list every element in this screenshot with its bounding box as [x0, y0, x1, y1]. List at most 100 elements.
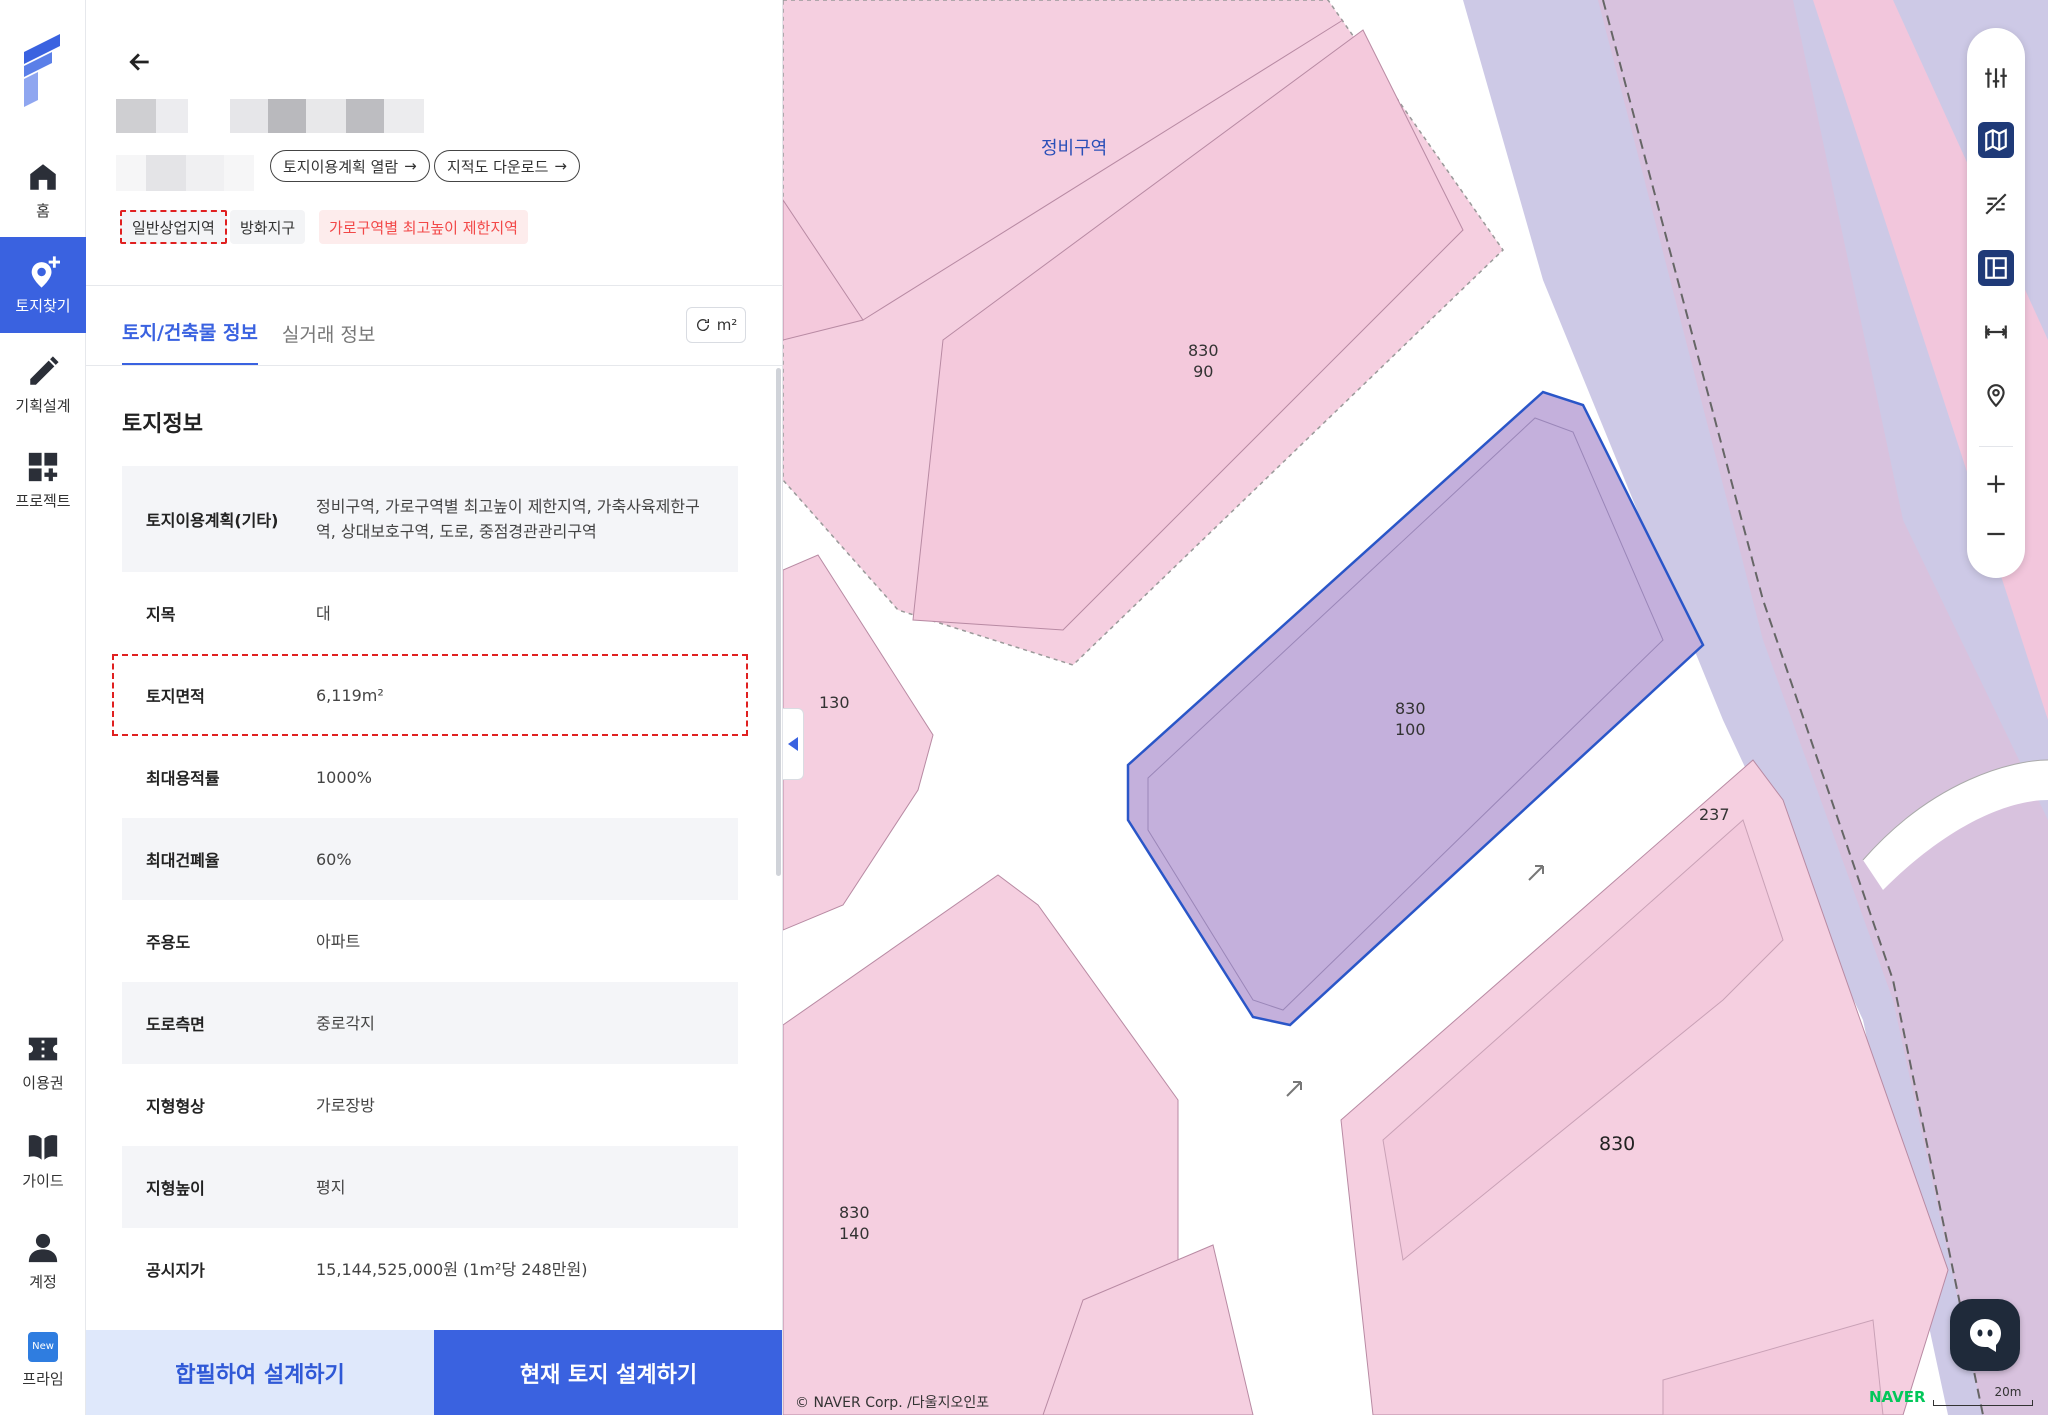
land-plan-link-label: 토지이용계획 열람 — [283, 157, 399, 176]
row-value: 정비구역, 가로구역별 최고높이 제한지역, 가축사육제한구역, 상대보호구역,… — [316, 497, 700, 541]
row-value: 15,144,525,000원 (1m²당 248만원) — [316, 1259, 588, 1279]
nav-item-planning[interactable]: 기획설계 — [0, 337, 86, 433]
table-row: 지목 대 — [122, 572, 738, 654]
map-toolbar — [1967, 28, 2025, 578]
cadastral-download-label: 지적도 다운로드 — [447, 157, 549, 176]
cadastral-download-link[interactable]: 지적도 다운로드 → — [434, 150, 580, 182]
filter-button[interactable] — [1978, 60, 2014, 96]
table-row: 최대용적률 1000% — [122, 736, 738, 818]
height-limit-chip: 가로구역별 최고높이 제한지역 — [319, 210, 528, 244]
table-row: 지형높이 평지 — [122, 1146, 738, 1228]
land-info-table: 토지이용계획(기타) 정비구역, 가로구역별 최고높이 제한지역, 가축사육제한… — [112, 466, 748, 1310]
row-value: 60% — [316, 849, 352, 869]
nav-item-subscription[interactable]: 이용권 — [0, 1014, 86, 1110]
parcel-label: 830 90 — [1188, 341, 1219, 381]
nav-item-find-land[interactable]: 토지찾기 — [0, 237, 86, 333]
redacted-subaddress — [116, 155, 254, 191]
arrow-right-icon: → — [404, 157, 417, 175]
book-icon — [28, 1134, 58, 1160]
chat-support-button[interactable] — [1950, 1299, 2020, 1371]
row-value: 대 — [316, 603, 331, 623]
app-logo[interactable] — [18, 30, 68, 110]
panel-scrollbar[interactable] — [776, 368, 781, 876]
action-bar: 합필하여 설계하기 현재 토지 설계하기 — [86, 1330, 782, 1415]
row-label: 공시지가 — [146, 1261, 205, 1280]
measure-distance-icon — [1984, 325, 2008, 339]
arrow-right-icon: → — [554, 157, 567, 175]
parcel-label: 237 — [1699, 805, 1730, 824]
unit-toggle-button[interactable]: m² — [686, 307, 746, 343]
table-row: 주용도 아파트 — [122, 900, 738, 982]
zoom-in-button[interactable] — [1978, 466, 2014, 502]
tab-transactions[interactable]: 실거래 정보 — [282, 300, 375, 366]
layout-icon — [1985, 257, 2007, 279]
row-value: 아파트 — [316, 931, 361, 951]
row-value: 6,119m² — [316, 685, 384, 705]
nav-item-account[interactable]: 계정 — [0, 1213, 86, 1309]
parcel-label: 830 140 — [839, 1203, 870, 1243]
fire-district-chip: 방화지구 — [230, 210, 306, 244]
nav-label: 프로젝트 — [15, 491, 71, 510]
nav-item-home[interactable]: 홈 — [0, 142, 86, 238]
map-copyright: © NAVER Corp. /다울지오인포 — [795, 1395, 990, 1411]
nav-label: 토지찾기 — [15, 296, 71, 315]
row-label: 주용도 — [146, 933, 191, 952]
row-label: 최대용적률 — [146, 769, 220, 788]
row-label: 도로측면 — [146, 1015, 205, 1034]
pencil-icon — [30, 355, 59, 385]
caret-left-icon — [787, 737, 798, 751]
info-tabs: 토지/건축물 정보 실거래 정보 — [122, 300, 375, 366]
redacted-address-detail — [230, 99, 424, 133]
arrow-left-icon — [129, 53, 149, 71]
row-label: 지목 — [146, 605, 176, 624]
back-button[interactable] — [122, 44, 158, 80]
table-row: 최대건폐율 60% — [122, 818, 738, 900]
land-plan-link[interactable]: 토지이용계획 열람 → — [270, 150, 430, 182]
map-area-label: 정비구역 — [1041, 138, 1108, 159]
hide-layer-icon — [1985, 193, 2007, 215]
divider — [86, 285, 782, 286]
layout-button[interactable] — [1978, 250, 2014, 286]
table-row: 공시지가 15,144,525,000원 (1m²당 248만원) — [122, 1228, 738, 1310]
unit-label: m² — [716, 316, 738, 334]
redacted-address — [116, 99, 188, 133]
hide-layer-button[interactable] — [1978, 186, 2014, 222]
row-value: 1000% — [316, 767, 372, 787]
parcel-label-selected: 830 100 — [1395, 699, 1426, 739]
table-row: 지형형상 가로장방 — [122, 1064, 738, 1146]
row-value: 중로각지 — [316, 1013, 375, 1033]
design-current-land-button[interactable]: 현재 토지 설계하기 — [434, 1330, 782, 1415]
table-row: 도로측면 중로각지 — [122, 982, 738, 1064]
nav-item-project[interactable]: 프로젝트 — [0, 432, 86, 528]
zoom-out-icon — [1987, 532, 2005, 536]
tab-land-building[interactable]: 토지/건축물 정보 — [122, 300, 258, 366]
collapse-panel-button[interactable] — [783, 708, 804, 780]
refresh-icon — [696, 319, 709, 331]
row-value: 가로장방 — [316, 1095, 375, 1115]
land-detail-panel: 토지이용계획 열람 → 지적도 다운로드 → 일반상업지역 방화지구 가로구역별… — [86, 0, 783, 1415]
map-layer-button[interactable] — [1978, 122, 2014, 158]
nav-label: 홈 — [36, 201, 50, 220]
measure-distance-button[interactable] — [1978, 314, 2014, 350]
row-label: 지형형상 — [146, 1097, 205, 1116]
person-icon — [28, 1233, 58, 1262]
location-pin-icon — [1987, 384, 2005, 408]
nav-label: 기획설계 — [15, 396, 71, 415]
cadastral-map[interactable]: 정비구역 83090 830100 130 237 830140 830 — [783, 0, 2048, 1415]
map-scale-label: 20m — [1994, 1385, 2022, 1399]
grid-plus-icon — [28, 452, 58, 481]
naver-logo: NAVER — [1869, 1388, 1926, 1406]
zoom-out-button[interactable] — [1978, 516, 2014, 552]
merge-design-button[interactable]: 합필하여 설계하기 — [86, 1330, 434, 1415]
row-label: 토지이용계획(기타) — [146, 511, 279, 530]
nav-item-guide[interactable]: 가이드 — [0, 1112, 86, 1208]
parcel-label: 830 — [1599, 1133, 1636, 1155]
home-icon — [30, 163, 56, 190]
nav-item-prime[interactable]: New 프라임 — [0, 1312, 86, 1408]
nav-label: 계정 — [29, 1272, 57, 1291]
nav-label: 가이드 — [22, 1171, 64, 1190]
location-button[interactable] — [1978, 378, 2014, 414]
nav-label: 이용권 — [22, 1073, 64, 1092]
row-label: 토지면적 — [146, 687, 205, 706]
map-scale-bar — [1933, 1400, 2033, 1406]
